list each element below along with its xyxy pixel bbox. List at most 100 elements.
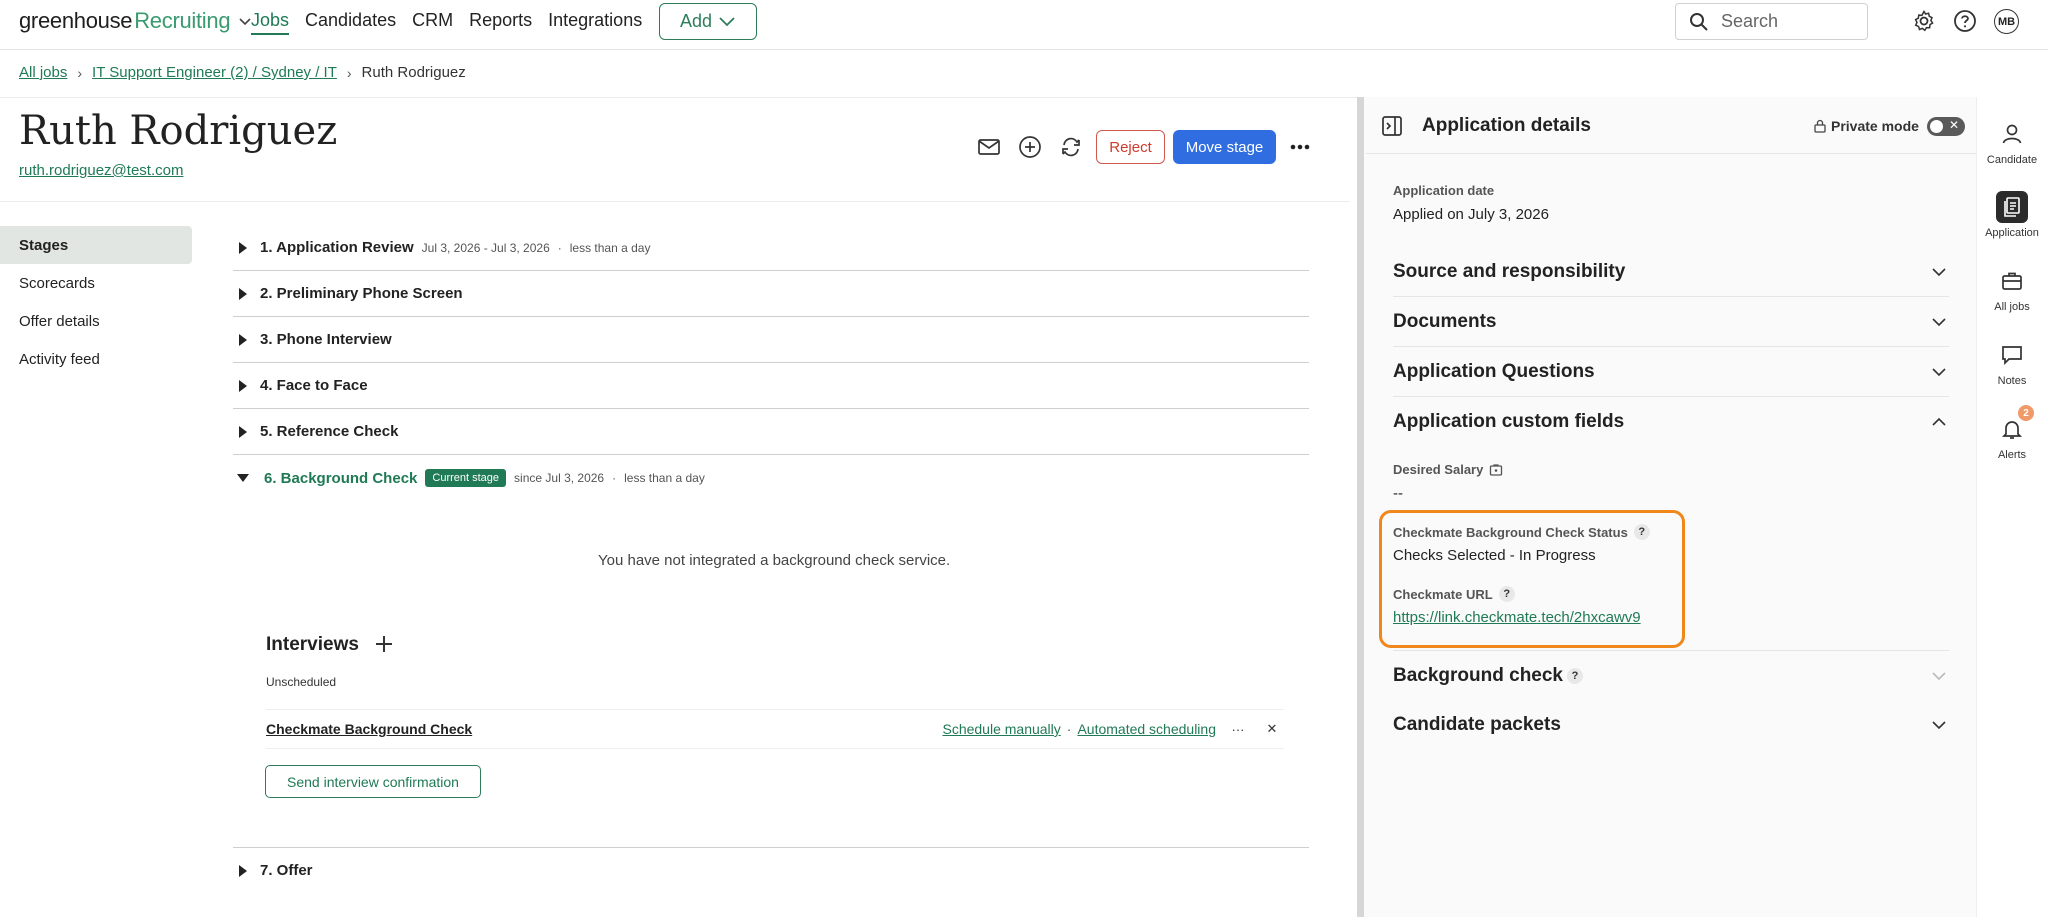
greenhouse-logo[interactable]: greenhouse Recruiting bbox=[19, 8, 252, 34]
checkmate-url-link[interactable]: https://link.checkmate.tech/2hxcawv9 bbox=[1393, 609, 1641, 626]
gear-icon[interactable] bbox=[1912, 9, 1936, 33]
reject-button[interactable]: Reject bbox=[1096, 130, 1165, 164]
documents-icon bbox=[1996, 191, 2028, 223]
section-candidate-packets[interactable]: Candidate packets bbox=[1393, 700, 1949, 750]
breadcrumb-job[interactable]: IT Support Engineer (2) / Sydney / IT bbox=[92, 64, 337, 81]
add-button-label: Add bbox=[679, 11, 713, 31]
chevron-down-icon bbox=[719, 16, 735, 26]
application-date-label: Application date bbox=[1393, 183, 1494, 198]
rail-notes[interactable]: Notes bbox=[1976, 339, 2048, 387]
rail-application[interactable]: Application bbox=[1976, 191, 2048, 239]
breadcrumb: All jobs › IT Support Engineer (2) / Syd… bbox=[19, 64, 466, 81]
schedule-manually-link[interactable]: Schedule manually bbox=[942, 721, 1060, 737]
stage-duration: less than a day bbox=[624, 471, 705, 485]
interview-row: Checkmate Background Check Schedule manu… bbox=[266, 709, 1284, 749]
move-stage-button[interactable]: Move stage bbox=[1173, 130, 1276, 164]
rail-all-jobs[interactable]: All jobs bbox=[1976, 265, 2048, 313]
email-icon[interactable] bbox=[976, 134, 1002, 160]
briefcase-icon bbox=[1996, 265, 2028, 297]
section-title: Documents bbox=[1393, 310, 1497, 332]
logo-product-text: Recruiting bbox=[134, 8, 231, 33]
stage-row-current[interactable]: 6. Background Check Current stage since … bbox=[233, 455, 1309, 501]
section-custom-fields[interactable]: Application custom fields bbox=[1393, 397, 1949, 447]
chevron-down-icon bbox=[1932, 721, 1946, 730]
expand-triangle-icon[interactable] bbox=[239, 287, 247, 300]
chevron-right-icon: › bbox=[346, 64, 352, 81]
menu-stages[interactable]: Stages bbox=[0, 226, 192, 264]
current-stage-badge: Current stage bbox=[425, 469, 507, 487]
menu-offer-details[interactable]: Offer details bbox=[0, 302, 192, 340]
section-documents[interactable]: Documents bbox=[1393, 297, 1949, 347]
alerts-count-badge: 2 bbox=[2018, 405, 2034, 421]
stage-name: 7. Offer bbox=[260, 862, 313, 879]
logo-main-text: greenhouse bbox=[19, 8, 133, 33]
add-circle-icon[interactable] bbox=[1017, 134, 1043, 160]
collapse-triangle-icon[interactable] bbox=[237, 474, 249, 482]
search-input[interactable]: Search bbox=[1675, 3, 1868, 40]
private-mode-toggle[interactable]: ✕ bbox=[1927, 117, 1965, 136]
stage-name: 4. Face to Face bbox=[260, 377, 368, 394]
candidate-email-link[interactable]: ruth.rodriguez@test.com bbox=[19, 162, 183, 179]
candidate-side-menu: Stages Scorecards Offer details Activity… bbox=[0, 226, 192, 378]
comment-icon bbox=[1996, 339, 2028, 371]
help-icon[interactable]: ? bbox=[1498, 586, 1515, 602]
more-options-icon[interactable] bbox=[1287, 138, 1313, 156]
chevron-down-icon bbox=[1932, 367, 1946, 376]
add-interview-icon[interactable] bbox=[372, 632, 396, 656]
separator-dot: · bbox=[612, 471, 617, 485]
rail-label: Candidate bbox=[1986, 154, 2038, 166]
stage-row[interactable]: 3. Phone Interview bbox=[233, 317, 1309, 363]
nav-integrations[interactable]: Integrations bbox=[548, 10, 642, 31]
expand-triangle-icon[interactable] bbox=[239, 379, 247, 392]
interview-name-link[interactable]: Checkmate Background Check bbox=[266, 721, 472, 737]
rail-label: Application bbox=[1985, 227, 2039, 239]
section-background-check[interactable]: Background check ? bbox=[1393, 650, 1949, 700]
help-icon[interactable] bbox=[1953, 9, 1977, 33]
desired-salary-label-text: Desired Salary bbox=[1393, 462, 1484, 477]
more-options-icon[interactable]: ··· bbox=[1226, 717, 1250, 741]
add-button[interactable]: Add bbox=[659, 3, 757, 40]
chevron-right-icon: › bbox=[77, 64, 83, 81]
help-icon[interactable]: ? bbox=[1567, 667, 1583, 684]
stage-since: since Jul 3, 2026 bbox=[514, 471, 605, 485]
search-placeholder: Search bbox=[1721, 11, 1779, 31]
help-icon[interactable]: ? bbox=[1633, 524, 1650, 540]
panel-title: Application details bbox=[1422, 115, 1591, 136]
nav-reports[interactable]: Reports bbox=[469, 10, 532, 31]
close-icon[interactable]: ✕ bbox=[1260, 717, 1284, 741]
rail-label: Notes bbox=[1997, 375, 2027, 387]
lock-icon bbox=[1814, 119, 1826, 133]
stage-duration: less than a day bbox=[569, 240, 651, 255]
pane-resize-handle[interactable] bbox=[1357, 97, 1364, 917]
section-source-responsibility[interactable]: Source and responsibility bbox=[1393, 247, 1949, 297]
breadcrumb-all-jobs[interactable]: All jobs bbox=[19, 64, 67, 81]
expand-triangle-icon[interactable] bbox=[239, 241, 247, 254]
automated-scheduling-link[interactable]: Automated scheduling bbox=[1077, 721, 1216, 737]
menu-activity-feed[interactable]: Activity feed bbox=[0, 340, 192, 378]
section-application-questions[interactable]: Application Questions bbox=[1393, 347, 1949, 397]
stage-row[interactable]: 1. Application Review Jul 3, 2026 - Jul … bbox=[233, 225, 1309, 271]
nav-crm[interactable]: CRM bbox=[412, 10, 453, 31]
nav-candidates[interactable]: Candidates bbox=[305, 10, 396, 31]
toggle-knob bbox=[1930, 120, 1943, 133]
toggle-off-icon: ✕ bbox=[1948, 118, 1959, 132]
stage-row[interactable]: 5. Reference Check bbox=[233, 409, 1309, 455]
user-avatar[interactable]: MB bbox=[1994, 9, 2019, 34]
stage-row[interactable]: 4. Face to Face bbox=[233, 363, 1309, 409]
nav-jobs[interactable]: Jobs bbox=[251, 10, 289, 31]
lock-icon bbox=[1490, 463, 1503, 476]
transfer-icon[interactable] bbox=[1058, 134, 1084, 160]
stage-row[interactable]: 2. Preliminary Phone Screen bbox=[233, 271, 1309, 317]
stage-row[interactable]: 7. Offer bbox=[233, 847, 1309, 893]
expand-triangle-icon[interactable] bbox=[239, 864, 247, 877]
menu-scorecards[interactable]: Scorecards bbox=[0, 264, 192, 302]
expand-triangle-icon[interactable] bbox=[239, 425, 247, 438]
rail-alerts[interactable]: Alerts bbox=[1976, 413, 2048, 461]
collapse-panel-icon[interactable] bbox=[1381, 115, 1403, 137]
private-mode-text: Private mode bbox=[1831, 118, 1919, 134]
expand-triangle-icon[interactable] bbox=[239, 333, 247, 346]
chevron-down-icon bbox=[1932, 267, 1946, 276]
search-icon bbox=[1690, 12, 1708, 31]
send-interview-confirmation-button[interactable]: Send interview confirmation bbox=[265, 765, 481, 798]
rail-candidate[interactable]: Candidate bbox=[1976, 118, 2048, 166]
